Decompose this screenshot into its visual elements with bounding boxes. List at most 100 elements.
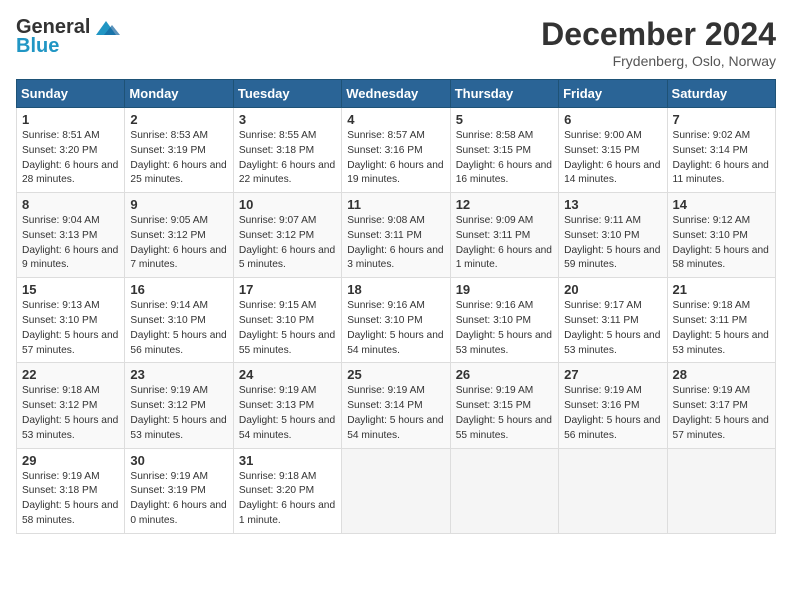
day-number: 18 [347,282,444,297]
day-number: 29 [22,453,119,468]
day-number: 25 [347,367,444,382]
col-wednesday: Wednesday [342,80,450,108]
calendar-week-2: 8 Sunrise: 9:04 AMSunset: 3:13 PMDayligh… [17,193,776,278]
day-number: 11 [347,197,444,212]
day-info: Sunrise: 9:13 AMSunset: 3:10 PMDaylight:… [22,300,118,355]
day-info: Sunrise: 9:00 AMSunset: 3:15 PMDaylight:… [564,130,660,185]
calendar-cell: 3 Sunrise: 8:55 AMSunset: 3:18 PMDayligh… [233,108,341,193]
day-info: Sunrise: 9:09 AMSunset: 3:11 PMDaylight:… [456,215,552,270]
day-number: 28 [673,367,770,382]
day-info: Sunrise: 9:08 AMSunset: 3:11 PMDaylight:… [347,215,443,270]
calendar-cell: 10 Sunrise: 9:07 AMSunset: 3:12 PMDaylig… [233,193,341,278]
calendar-cell: 7 Sunrise: 9:02 AMSunset: 3:14 PMDayligh… [667,108,775,193]
day-info: Sunrise: 9:19 AMSunset: 3:16 PMDaylight:… [564,385,660,440]
day-number: 4 [347,112,444,127]
calendar-cell [450,448,558,533]
day-number: 10 [239,197,336,212]
calendar-cell: 13 Sunrise: 9:11 AMSunset: 3:10 PMDaylig… [559,193,667,278]
page-header: General Blue December 2024 Frydenberg, O… [16,16,776,69]
day-number: 31 [239,453,336,468]
day-number: 15 [22,282,119,297]
calendar-cell: 30 Sunrise: 9:19 AMSunset: 3:19 PMDaylig… [125,448,233,533]
col-saturday: Saturday [667,80,775,108]
col-friday: Friday [559,80,667,108]
calendar-table: Sunday Monday Tuesday Wednesday Thursday… [16,79,776,534]
calendar-cell: 4 Sunrise: 8:57 AMSunset: 3:16 PMDayligh… [342,108,450,193]
day-number: 6 [564,112,661,127]
calendar-cell [667,448,775,533]
calendar-header-row: Sunday Monday Tuesday Wednesday Thursday… [17,80,776,108]
day-info: Sunrise: 8:53 AMSunset: 3:19 PMDaylight:… [130,130,226,185]
calendar-cell: 23 Sunrise: 9:19 AMSunset: 3:12 PMDaylig… [125,363,233,448]
calendar-cell: 12 Sunrise: 9:09 AMSunset: 3:11 PMDaylig… [450,193,558,278]
calendar-cell: 1 Sunrise: 8:51 AMSunset: 3:20 PMDayligh… [17,108,125,193]
day-info: Sunrise: 9:16 AMSunset: 3:10 PMDaylight:… [456,300,552,355]
location: Frydenberg, Oslo, Norway [541,53,776,69]
calendar-cell: 5 Sunrise: 8:58 AMSunset: 3:15 PMDayligh… [450,108,558,193]
calendar-cell: 31 Sunrise: 9:18 AMSunset: 3:20 PMDaylig… [233,448,341,533]
day-info: Sunrise: 9:19 AMSunset: 3:15 PMDaylight:… [456,385,552,440]
calendar-cell: 16 Sunrise: 9:14 AMSunset: 3:10 PMDaylig… [125,278,233,363]
calendar-cell: 27 Sunrise: 9:19 AMSunset: 3:16 PMDaylig… [559,363,667,448]
day-number: 7 [673,112,770,127]
logo: General Blue [16,16,120,58]
calendar-cell: 9 Sunrise: 9:05 AMSunset: 3:12 PMDayligh… [125,193,233,278]
day-info: Sunrise: 9:19 AMSunset: 3:14 PMDaylight:… [347,385,443,440]
day-info: Sunrise: 9:19 AMSunset: 3:17 PMDaylight:… [673,385,769,440]
day-info: Sunrise: 9:18 AMSunset: 3:20 PMDaylight:… [239,471,335,526]
day-number: 19 [456,282,553,297]
day-number: 12 [456,197,553,212]
day-number: 23 [130,367,227,382]
day-number: 9 [130,197,227,212]
day-number: 24 [239,367,336,382]
calendar-cell: 6 Sunrise: 9:00 AMSunset: 3:15 PMDayligh… [559,108,667,193]
title-block: December 2024 Frydenberg, Oslo, Norway [541,16,776,69]
calendar-cell: 14 Sunrise: 9:12 AMSunset: 3:10 PMDaylig… [667,193,775,278]
calendar-cell: 8 Sunrise: 9:04 AMSunset: 3:13 PMDayligh… [17,193,125,278]
calendar-week-3: 15 Sunrise: 9:13 AMSunset: 3:10 PMDaylig… [17,278,776,363]
logo-icon [92,17,120,39]
logo-blue: Blue [16,35,59,58]
col-monday: Monday [125,80,233,108]
calendar-cell [342,448,450,533]
day-info: Sunrise: 9:15 AMSunset: 3:10 PMDaylight:… [239,300,335,355]
day-info: Sunrise: 9:18 AMSunset: 3:11 PMDaylight:… [673,300,769,355]
day-info: Sunrise: 9:04 AMSunset: 3:13 PMDaylight:… [22,215,118,270]
col-sunday: Sunday [17,80,125,108]
col-tuesday: Tuesday [233,80,341,108]
day-info: Sunrise: 9:19 AMSunset: 3:13 PMDaylight:… [239,385,335,440]
calendar-cell: 21 Sunrise: 9:18 AMSunset: 3:11 PMDaylig… [667,278,775,363]
day-info: Sunrise: 8:57 AMSunset: 3:16 PMDaylight:… [347,130,443,185]
day-number: 20 [564,282,661,297]
day-number: 2 [130,112,227,127]
day-info: Sunrise: 9:19 AMSunset: 3:19 PMDaylight:… [130,471,226,526]
day-number: 3 [239,112,336,127]
day-number: 1 [22,112,119,127]
day-info: Sunrise: 9:02 AMSunset: 3:14 PMDaylight:… [673,130,769,185]
calendar-cell: 20 Sunrise: 9:17 AMSunset: 3:11 PMDaylig… [559,278,667,363]
day-info: Sunrise: 9:07 AMSunset: 3:12 PMDaylight:… [239,215,335,270]
calendar-cell: 25 Sunrise: 9:19 AMSunset: 3:14 PMDaylig… [342,363,450,448]
col-thursday: Thursday [450,80,558,108]
day-number: 14 [673,197,770,212]
day-info: Sunrise: 9:19 AMSunset: 3:18 PMDaylight:… [22,471,118,526]
day-info: Sunrise: 9:17 AMSunset: 3:11 PMDaylight:… [564,300,660,355]
day-info: Sunrise: 9:11 AMSunset: 3:10 PMDaylight:… [564,215,660,270]
day-info: Sunrise: 8:51 AMSunset: 3:20 PMDaylight:… [22,130,118,185]
day-number: 5 [456,112,553,127]
day-number: 17 [239,282,336,297]
day-number: 27 [564,367,661,382]
calendar-cell: 19 Sunrise: 9:16 AMSunset: 3:10 PMDaylig… [450,278,558,363]
calendar-week-1: 1 Sunrise: 8:51 AMSunset: 3:20 PMDayligh… [17,108,776,193]
calendar-cell: 15 Sunrise: 9:13 AMSunset: 3:10 PMDaylig… [17,278,125,363]
calendar-week-4: 22 Sunrise: 9:18 AMSunset: 3:12 PMDaylig… [17,363,776,448]
calendar-cell: 18 Sunrise: 9:16 AMSunset: 3:10 PMDaylig… [342,278,450,363]
calendar-cell: 26 Sunrise: 9:19 AMSunset: 3:15 PMDaylig… [450,363,558,448]
day-info: Sunrise: 9:14 AMSunset: 3:10 PMDaylight:… [130,300,226,355]
day-info: Sunrise: 8:58 AMSunset: 3:15 PMDaylight:… [456,130,552,185]
calendar-cell: 22 Sunrise: 9:18 AMSunset: 3:12 PMDaylig… [17,363,125,448]
day-info: Sunrise: 9:18 AMSunset: 3:12 PMDaylight:… [22,385,118,440]
day-info: Sunrise: 9:12 AMSunset: 3:10 PMDaylight:… [673,215,769,270]
calendar-cell: 11 Sunrise: 9:08 AMSunset: 3:11 PMDaylig… [342,193,450,278]
day-info: Sunrise: 9:16 AMSunset: 3:10 PMDaylight:… [347,300,443,355]
